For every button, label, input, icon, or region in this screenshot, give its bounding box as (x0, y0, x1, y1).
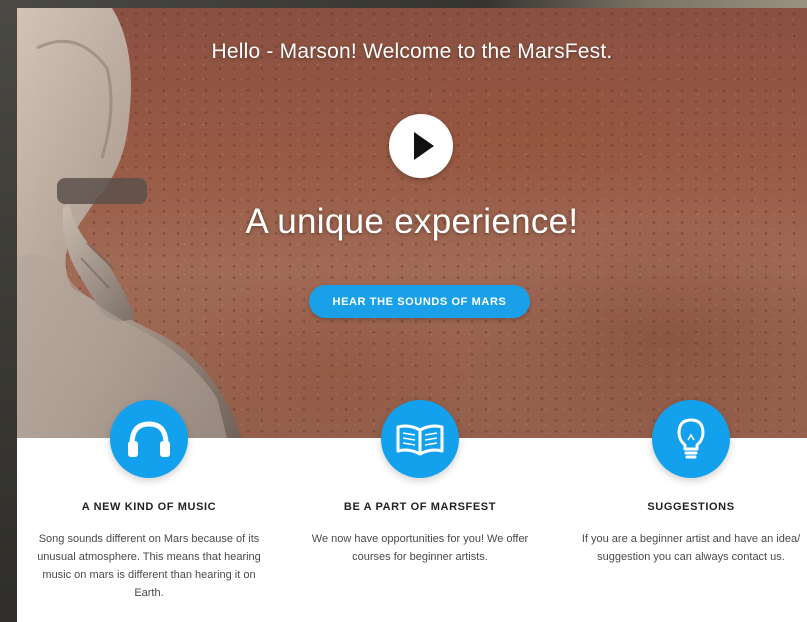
feature-icon-circle (381, 400, 459, 478)
open-book-icon (396, 424, 444, 456)
feature-icon-circle (652, 400, 730, 478)
feature-description: We now have opportunities for you! We of… (311, 533, 529, 563)
lightbulb-icon (677, 418, 705, 459)
feature-title: SUGGESTIONS (647, 501, 735, 513)
feature-title: A NEW KIND OF MUSIC (81, 501, 217, 513)
hear-sounds-button[interactable]: HEAR THE SOUNDS OF MARS (309, 285, 530, 318)
hero-title: A unique experience! (245, 202, 579, 241)
hero-section: Hello - Marson! Welcome to the MarsFest.… (17, 8, 807, 438)
feature-suggestions: SUGGESTIONS If you are a beginner artist… (561, 400, 807, 566)
window-frame-left (0, 0, 17, 622)
landing-page: Hello - Marson! Welcome to the MarsFest.… (17, 8, 807, 622)
feature-music: A NEW KIND OF MUSIC Song sounds differen… (19, 400, 279, 602)
window-frame-top (0, 0, 807, 8)
play-icon (414, 132, 434, 160)
play-button[interactable] (389, 114, 453, 178)
headphones-icon (128, 421, 170, 457)
welcome-message: Hello - Marson! Welcome to the MarsFest. (211, 40, 613, 63)
feature-icon-circle (110, 400, 188, 478)
feature-description: If you are a beginner artist and have an… (581, 533, 801, 563)
feature-marsfest: BE A PART OF MARSFEST We now have opport… (290, 400, 550, 566)
feature-description: Song sounds different on Mars because of… (37, 533, 261, 599)
feature-title: BE A PART OF MARSFEST (343, 501, 497, 513)
